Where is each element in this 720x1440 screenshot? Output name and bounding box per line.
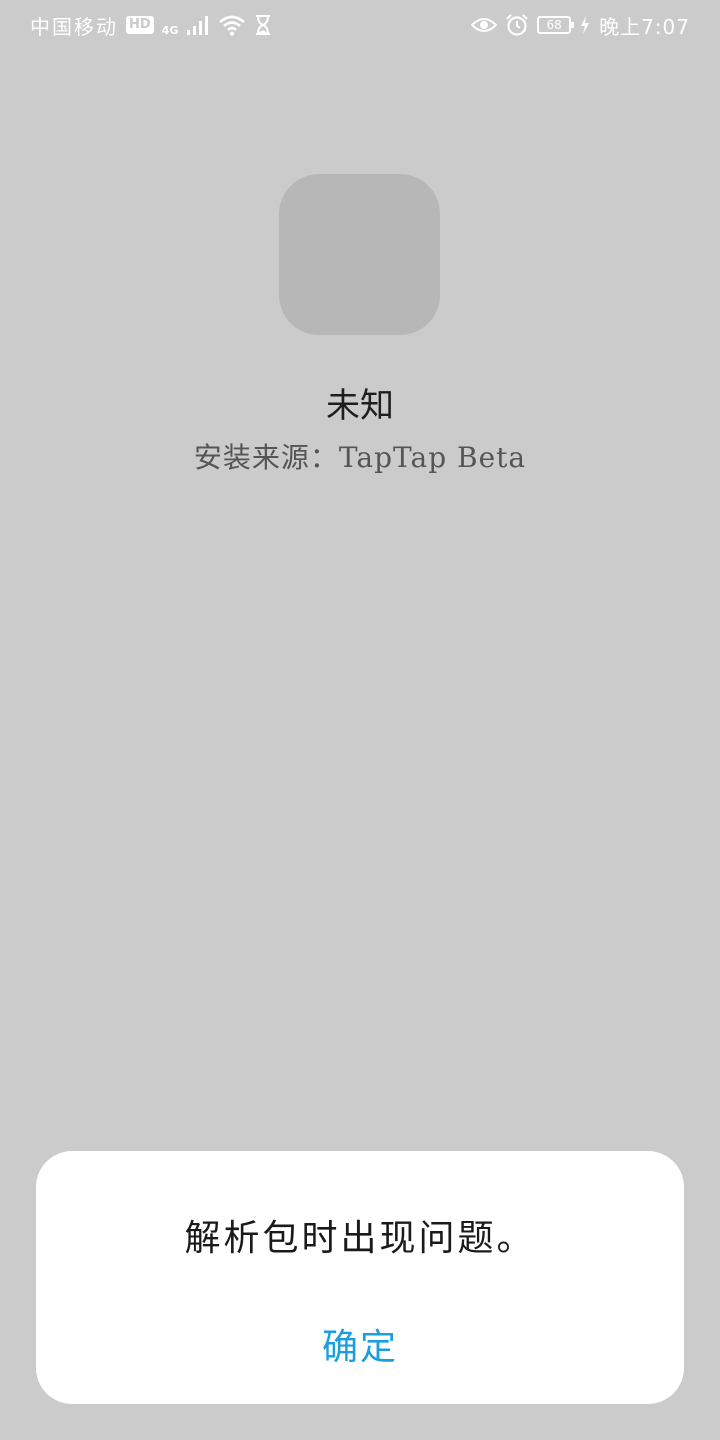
network-type: 4G (161, 23, 179, 37)
eye-icon (471, 18, 498, 32)
app-name: 未知 (326, 386, 394, 426)
battery-level: 68 (546, 18, 562, 32)
hourglass-icon (256, 15, 271, 35)
charging-icon (581, 16, 590, 34)
wifi-icon (219, 15, 246, 36)
alarm-icon (506, 14, 528, 36)
status-left: 中国移动 HD 4G (30, 11, 272, 40)
clock: 晚上7:07 (599, 14, 690, 39)
carrier-name: 中国移动 (30, 14, 118, 39)
parse-error-dialog: 解析包时出现问题。 确定 (36, 1151, 684, 1404)
confirm-button[interactable]: 确定 (260, 1309, 460, 1379)
app-icon-placeholder (279, 174, 440, 335)
status-bar: 中国移动 HD 4G 68 晚上7:07 (0, 0, 720, 50)
battery-icon: 68 (537, 16, 575, 34)
hd-badge: HD (126, 16, 154, 34)
signal-icon (187, 16, 209, 35)
installer-screen: 中国移动 HD 4G 68 晚上7:07 未知 安装来源：TapTap Beta… (0, 0, 720, 1440)
status-right: 68 晚上7:07 (471, 11, 690, 40)
dialog-message: 解析包时出现问题。 (184, 1218, 536, 1259)
install-source: 安装来源：TapTap Beta (193, 441, 527, 474)
